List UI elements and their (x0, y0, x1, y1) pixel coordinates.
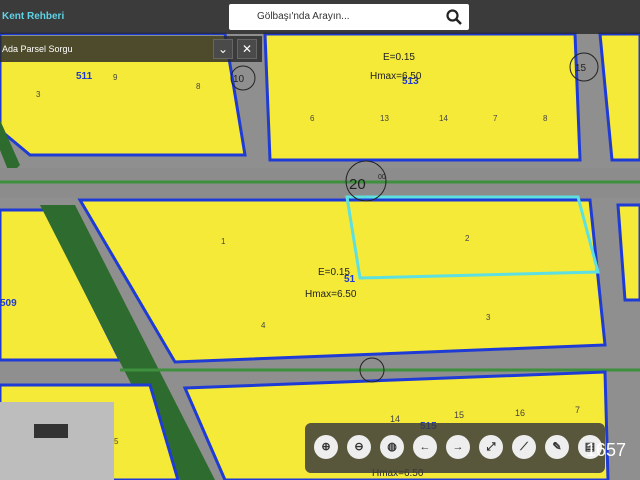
globe-icon[interactable]: ◍ (380, 435, 404, 459)
parcel-number: 9 (113, 73, 118, 82)
chevron-down-icon[interactable]: ⌄ (213, 39, 233, 59)
parcel-number: 5 (114, 437, 119, 446)
search-icon[interactable] (445, 8, 463, 26)
top-bar: Kent Rehberi Gölbaşı'nda Arayın... (0, 0, 640, 34)
parcel-number: 1 (221, 237, 226, 246)
parcel-number: 7 (493, 114, 498, 123)
scale-readout: 1657 (586, 440, 627, 460)
zoom-out-icon[interactable]: ⊖ (347, 435, 371, 459)
parcel-number: 3 (486, 313, 491, 322)
zoning-hmax-label: Hmax=6.50 (305, 289, 357, 300)
road-width-label: 10 (233, 74, 245, 85)
panel-title: Ada Parsel Sorgu (2, 44, 73, 54)
parcel-number: 6 (310, 114, 315, 123)
ruler-icon[interactable]: ⟋ (512, 435, 536, 459)
zoning-e-label: E=0.15 (318, 267, 350, 278)
parcel-number: 13 (380, 114, 389, 123)
parcel-number: 8 (543, 114, 548, 123)
search-box[interactable]: Gölbaşı'nda Arayın... (229, 4, 469, 30)
minimap[interactable] (0, 402, 114, 480)
road-width-label: 15 (575, 63, 587, 74)
zoning-hmax-label: Hmax=6.50 (370, 71, 422, 82)
parcel-block-513[interactable] (263, 32, 582, 162)
search-input[interactable]: Gölbaşı'nda Arayın... (257, 11, 350, 22)
parcel-number: 14 (439, 114, 448, 123)
map-toolbar: ⊕ ⊖ ◍ ← → ⤢ ⟋ ✎ ▤ (305, 423, 605, 473)
close-icon[interactable]: ✕ (237, 39, 257, 59)
parcel-number: 2 (465, 234, 470, 243)
fullscreen-icon[interactable]: ⤢ (479, 435, 503, 459)
ada-number-label: 509 (0, 298, 17, 309)
arrow-left-icon[interactable]: ← (413, 435, 437, 459)
parcel-number: 3 (36, 90, 41, 99)
road-width-label: 20 (349, 176, 366, 193)
parcel-number: 4 (261, 321, 266, 330)
arrow-right-icon[interactable]: → (446, 435, 470, 459)
zoning-e-label: E=0.15 (383, 52, 415, 63)
zoom-in-icon[interactable]: ⊕ (314, 435, 338, 459)
parcel-query-panel: Ada Parsel Sorgu ⌄ ✕ (0, 36, 262, 62)
parcel-number: 7 (575, 405, 580, 415)
parcel-number: 15 (454, 410, 464, 420)
app-title: Kent Rehberi (2, 11, 65, 22)
parcel-number: 8 (196, 82, 201, 91)
road-width-label: 00 (378, 174, 386, 181)
parcel-number: 16 (515, 408, 525, 418)
edit-icon[interactable]: ✎ (545, 435, 569, 459)
ada-number-label: 511 (76, 71, 93, 82)
minimap-viewport[interactable] (34, 424, 68, 438)
